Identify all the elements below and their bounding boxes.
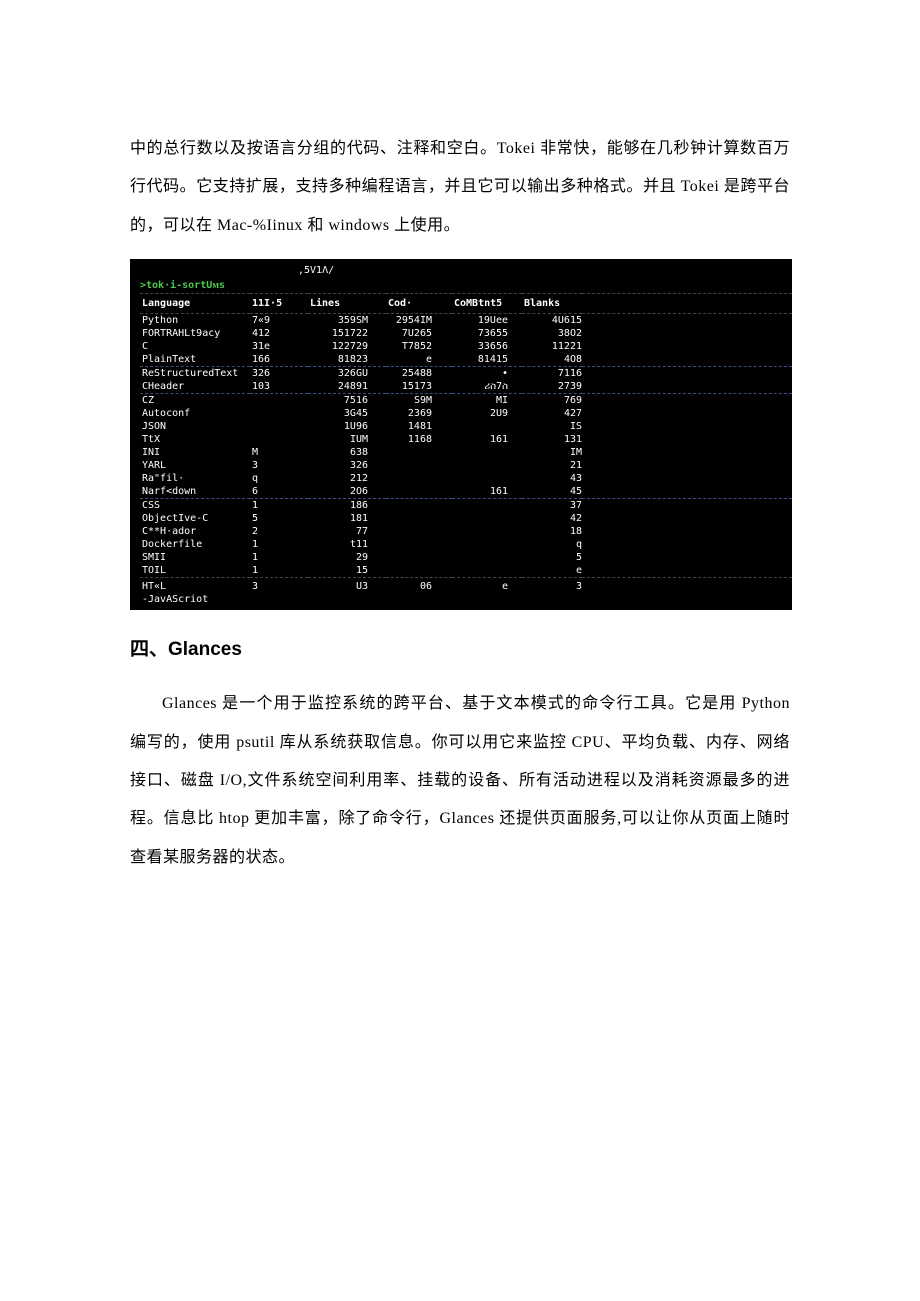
table-row: Python7«9359SM2954IM19Uee4U615 bbox=[140, 314, 792, 328]
table-row: Autoconf3G4523692U9427 bbox=[140, 407, 792, 420]
table-row: ObjectIve-C518142 bbox=[140, 512, 792, 525]
col-code: Cod· bbox=[386, 294, 452, 314]
paragraph-glances-desc: Glances 是一个用于监控系统的跨平台、基于文本模式的命令行工具。它是用 P… bbox=[130, 685, 790, 877]
table-row: TtXIUM1168161131 bbox=[140, 433, 792, 446]
table-row: CHeader1032489115173ሪስ7ስ2739 bbox=[140, 380, 792, 394]
table-row: ReStructuredText326326GU25488•7116 bbox=[140, 367, 792, 381]
table-row: C31e122729T78523365611221 bbox=[140, 340, 792, 353]
table-row: JSON1U961481IS bbox=[140, 420, 792, 433]
col-comments: CoMBtnt5 bbox=[452, 294, 522, 314]
paragraph-tokei-desc: 中的总行数以及按语言分组的代码、注释和空白。Tokei 非常快，能够在几秒钟计算… bbox=[130, 130, 790, 245]
col-files: 11I·5 bbox=[250, 294, 308, 314]
col-blanks: Blanks bbox=[522, 294, 582, 314]
table-row: FORTRAHLt9acy4121517227U2657365538O2 bbox=[140, 327, 792, 340]
section-4-heading: 四、Glances bbox=[130, 634, 790, 661]
table-subrow: -JavAScriot bbox=[140, 593, 792, 606]
terminal-output: ,5V1Λ/ >tok·i-sortUᴍs Language 11I·5 Lin… bbox=[130, 259, 792, 610]
table-header-row: Language 11I·5 Lines Cod· CoMBtnt5 Blank… bbox=[140, 294, 792, 314]
table-row: C**H·ador27718 bbox=[140, 525, 792, 538]
table-row: Narf<down62O616145 bbox=[140, 485, 792, 499]
table-row: TOIL115e bbox=[140, 564, 792, 578]
terminal-prompt: >tok·i-sortUᴍs bbox=[140, 280, 792, 291]
table-footer-row: HT«L 3 U3 06 e 3 bbox=[140, 578, 792, 594]
table-row: SMII1295 bbox=[140, 551, 792, 564]
table-row: CZ7516S9MMI769 bbox=[140, 394, 792, 408]
table-row: PlainText16681823e814154O8 bbox=[140, 353, 792, 367]
terminal-version: ,5V1Λ/ bbox=[298, 265, 334, 276]
col-lines: Lines bbox=[308, 294, 386, 314]
col-language: Language bbox=[140, 294, 250, 314]
tokei-table: Language 11I·5 Lines Cod· CoMBtnt5 Blank… bbox=[140, 293, 792, 606]
table-row: INIM638IM bbox=[140, 446, 792, 459]
table-row: Dockerfile1t11q bbox=[140, 538, 792, 551]
table-row: Ra"fil·q21243 bbox=[140, 472, 792, 485]
table-row: YARL332621 bbox=[140, 459, 792, 472]
table-row: CSS118637 bbox=[140, 499, 792, 513]
